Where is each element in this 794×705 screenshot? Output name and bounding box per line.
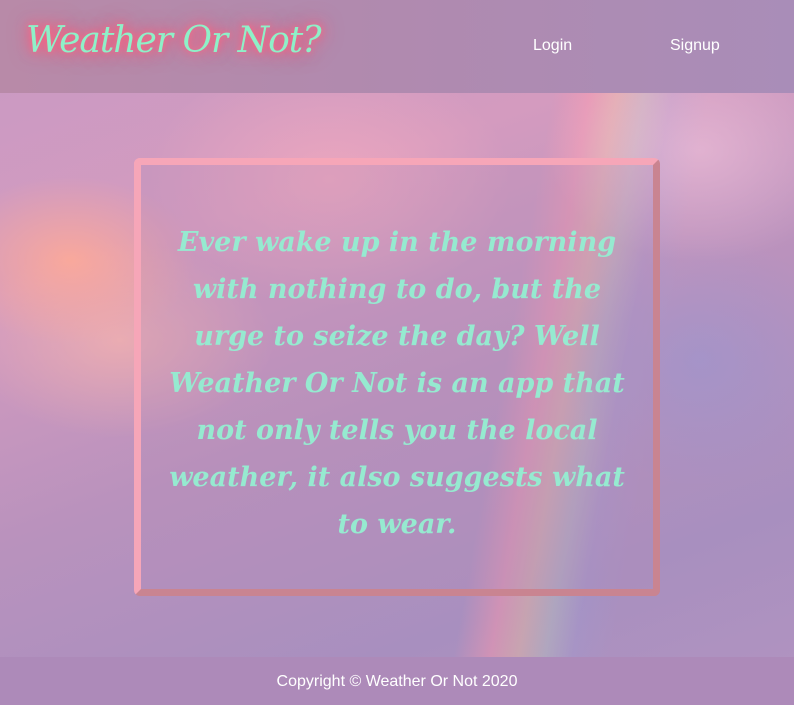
hero-description: Ever wake up in the morning with nothing… bbox=[169, 227, 625, 540]
hero-card: Ever wake up in the morning with nothing… bbox=[134, 158, 660, 596]
signup-link[interactable]: Signup bbox=[670, 37, 720, 55]
footer: Copyright © Weather Or Not 2020 bbox=[0, 657, 794, 705]
header: Weather Or Not? Login Signup bbox=[0, 0, 794, 93]
site-logo[interactable]: Weather Or Not? bbox=[26, 20, 322, 61]
page: Weather Or Not? Login Signup Ever wake u… bbox=[0, 0, 794, 705]
login-link[interactable]: Login bbox=[533, 37, 572, 55]
copyright-text: Copyright © Weather Or Not 2020 bbox=[276, 673, 518, 690]
